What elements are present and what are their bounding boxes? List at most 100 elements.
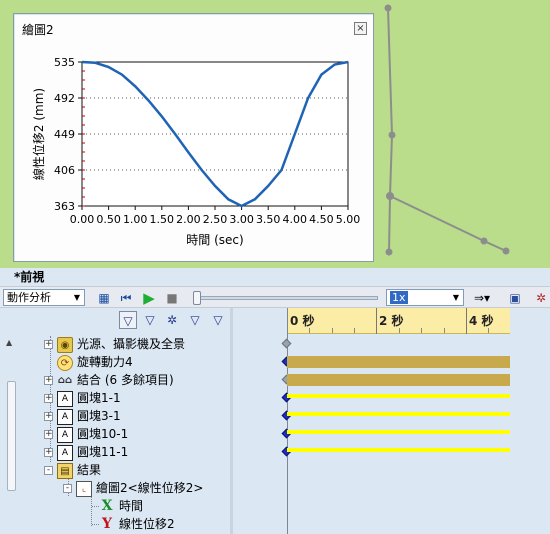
sketch-link-4 <box>389 195 485 242</box>
sketch-link-1 <box>387 7 393 136</box>
filter-selected-icon[interactable]: ✲ <box>163 311 181 329</box>
part-track-bar[interactable] <box>287 448 510 452</box>
sketch-link-2 <box>389 134 393 197</box>
ruler-minor-tick <box>488 328 489 333</box>
timeline-slider-thumb[interactable] <box>193 291 201 305</box>
sketch-point <box>480 237 488 245</box>
tree-item-part[interactable]: + A 圓塊10-1 <box>44 425 128 443</box>
ruler-label: 2 秒 <box>379 314 404 328</box>
save-icon[interactable]: ▣ <box>507 290 523 306</box>
scroll-up-icon[interactable]: ▲ <box>6 338 12 347</box>
time-ruler[interactable]: 0 秒 2 秒 4 秒 <box>287 308 510 334</box>
part-icon: A <box>57 426 73 443</box>
x-tick-label: 3.50 <box>256 213 281 226</box>
ruler-label: 0 秒 <box>290 314 315 328</box>
part-icon: A <box>57 444 73 461</box>
key-point[interactable] <box>281 338 292 349</box>
expand-icon[interactable]: + <box>44 394 53 403</box>
mates-track-bar[interactable] <box>287 374 510 386</box>
collapse-icon[interactable]: - <box>63 484 72 493</box>
ruler-minor-tick <box>332 328 333 333</box>
x-tick-label: 5.00 <box>336 213 361 226</box>
tree-filter-bar: ▽ ▽ ✲ ▽ ▽ <box>0 308 230 332</box>
ruler-major-tick <box>466 308 467 334</box>
motion-timeline[interactable]: 0 秒 2 秒 4 秒 <box>236 308 550 534</box>
tree-item-results[interactable]: - ▤ 結果 <box>44 461 101 479</box>
tree-scrollbar[interactable]: ▲ <box>4 336 18 534</box>
sketch-link-5 <box>483 240 507 252</box>
tree-item-label: 線性位移2 <box>119 517 175 531</box>
sketch-point <box>386 192 394 200</box>
x-tick-label: 1.50 <box>150 213 175 226</box>
x-tick-label: 2.50 <box>203 213 228 226</box>
tree-item-rotary-motor[interactable]: ⟳ 旋轉動力4 <box>57 353 133 371</box>
filter-all-icon[interactable]: ▽ <box>209 311 227 329</box>
sketch-point <box>385 248 393 256</box>
tree-item-x-axis[interactable]: X 時間 <box>99 497 143 515</box>
view-orientation-label: *前視 <box>14 270 45 284</box>
y-tick-label: 363 <box>54 200 75 213</box>
ruler-label: 4 秒 <box>469 314 494 328</box>
tree-item-lights[interactable]: + ◉ 光源、攝影機及全景 <box>44 335 185 353</box>
expand-icon[interactable]: + <box>44 376 53 385</box>
tree-item-label: 圓塊11-1 <box>77 445 129 459</box>
filter-results-icon[interactable]: ▽ <box>186 311 204 329</box>
playback-speed-select[interactable]: 1x ▼ <box>386 289 464 306</box>
tree-item-y-axis[interactable]: Y 線性位移2 <box>99 515 175 533</box>
ruler-major-tick <box>376 308 377 334</box>
tree-item-label: 旋轉動力4 <box>77 355 133 369</box>
x-tick-label: 0.50 <box>96 213 121 226</box>
tree-item-plot[interactable]: - ⌞ 繪圖2<線性位移2> <box>63 479 203 497</box>
motor-track-bar[interactable] <box>287 356 510 368</box>
x-tick-label: 3.00 <box>229 213 254 226</box>
y-tick-label: 492 <box>54 92 75 105</box>
play-from-start-icon[interactable]: ⏮ <box>118 290 134 306</box>
y-axis-label: 線性位移2 (mm) <box>31 88 46 180</box>
stop-icon[interactable]: ■ <box>164 290 180 306</box>
ruler-minor-tick <box>354 328 355 333</box>
study-type-select[interactable]: 動作分析 ▼ <box>3 289 85 306</box>
tree-item-label: 結合 (6 多餘項目) <box>77 373 174 387</box>
playback-mode-icon[interactable]: ⇒▾ <box>470 290 494 306</box>
calculate-icon[interactable]: ▦ <box>96 290 112 306</box>
tree-item-label: 圓塊1-1 <box>77 391 121 405</box>
chevron-down-icon[interactable]: ▼ <box>70 290 84 305</box>
sketch-point <box>502 247 510 255</box>
scrollbar-thumb[interactable] <box>7 381 16 491</box>
tree-item-part[interactable]: + A 圓塊1-1 <box>44 389 121 407</box>
x-tick-label: 4.00 <box>283 213 308 226</box>
part-icon: A <box>57 408 73 425</box>
tree-item-mates[interactable]: + ⌂⌂ 結合 (6 多餘項目) <box>44 371 174 389</box>
settings-icon[interactable]: ✲ <box>533 290 549 306</box>
mates-icon: ⌂⌂ <box>57 374 73 386</box>
chevron-down-icon[interactable]: ▼ <box>449 290 463 305</box>
plot-window[interactable]: 繪圖2 × 363 406 449 492 535 0.00 0.50 1.00 1.50 2.0… <box>13 13 374 262</box>
timeline-slider-track[interactable] <box>196 296 378 300</box>
y-tick-label: 535 <box>54 56 75 69</box>
collapse-icon[interactable]: - <box>44 466 53 475</box>
sketch-point <box>384 4 392 12</box>
y-axis-icon: Y <box>102 515 112 532</box>
part-track-bar[interactable] <box>287 430 510 434</box>
expand-icon[interactable]: + <box>44 340 53 349</box>
filter-animated-icon[interactable]: ▽ <box>119 311 137 329</box>
play-icon[interactable]: ▶ <box>141 290 157 306</box>
tree-item-label: 結果 <box>77 463 102 477</box>
graphics-viewport[interactable]: 繪圖2 × 363 406 449 492 535 0.00 0.50 1.00 1.50 2.0… <box>0 0 550 268</box>
tree-item-part[interactable]: + A 圓塊11-1 <box>44 443 128 461</box>
tree-connector <box>92 524 99 525</box>
expand-icon[interactable]: + <box>44 448 53 457</box>
results-folder-icon: ▤ <box>57 462 73 479</box>
x-tick-label: 4.50 <box>309 213 334 226</box>
tree-item-part[interactable]: + A 圓塊3-1 <box>44 407 121 425</box>
expand-icon[interactable]: + <box>44 430 53 439</box>
ruler-minor-tick <box>399 328 400 333</box>
part-track-bar[interactable] <box>287 394 510 398</box>
playback-speed-value: 1x <box>390 291 408 304</box>
x-tick-label: 0.00 <box>70 213 95 226</box>
filter-driving-icon[interactable]: ▽ <box>141 311 159 329</box>
y-tick-label: 449 <box>54 128 75 141</box>
tree-item-label: 時間 <box>119 499 144 513</box>
expand-icon[interactable]: + <box>44 412 53 421</box>
part-track-bar[interactable] <box>287 412 510 416</box>
